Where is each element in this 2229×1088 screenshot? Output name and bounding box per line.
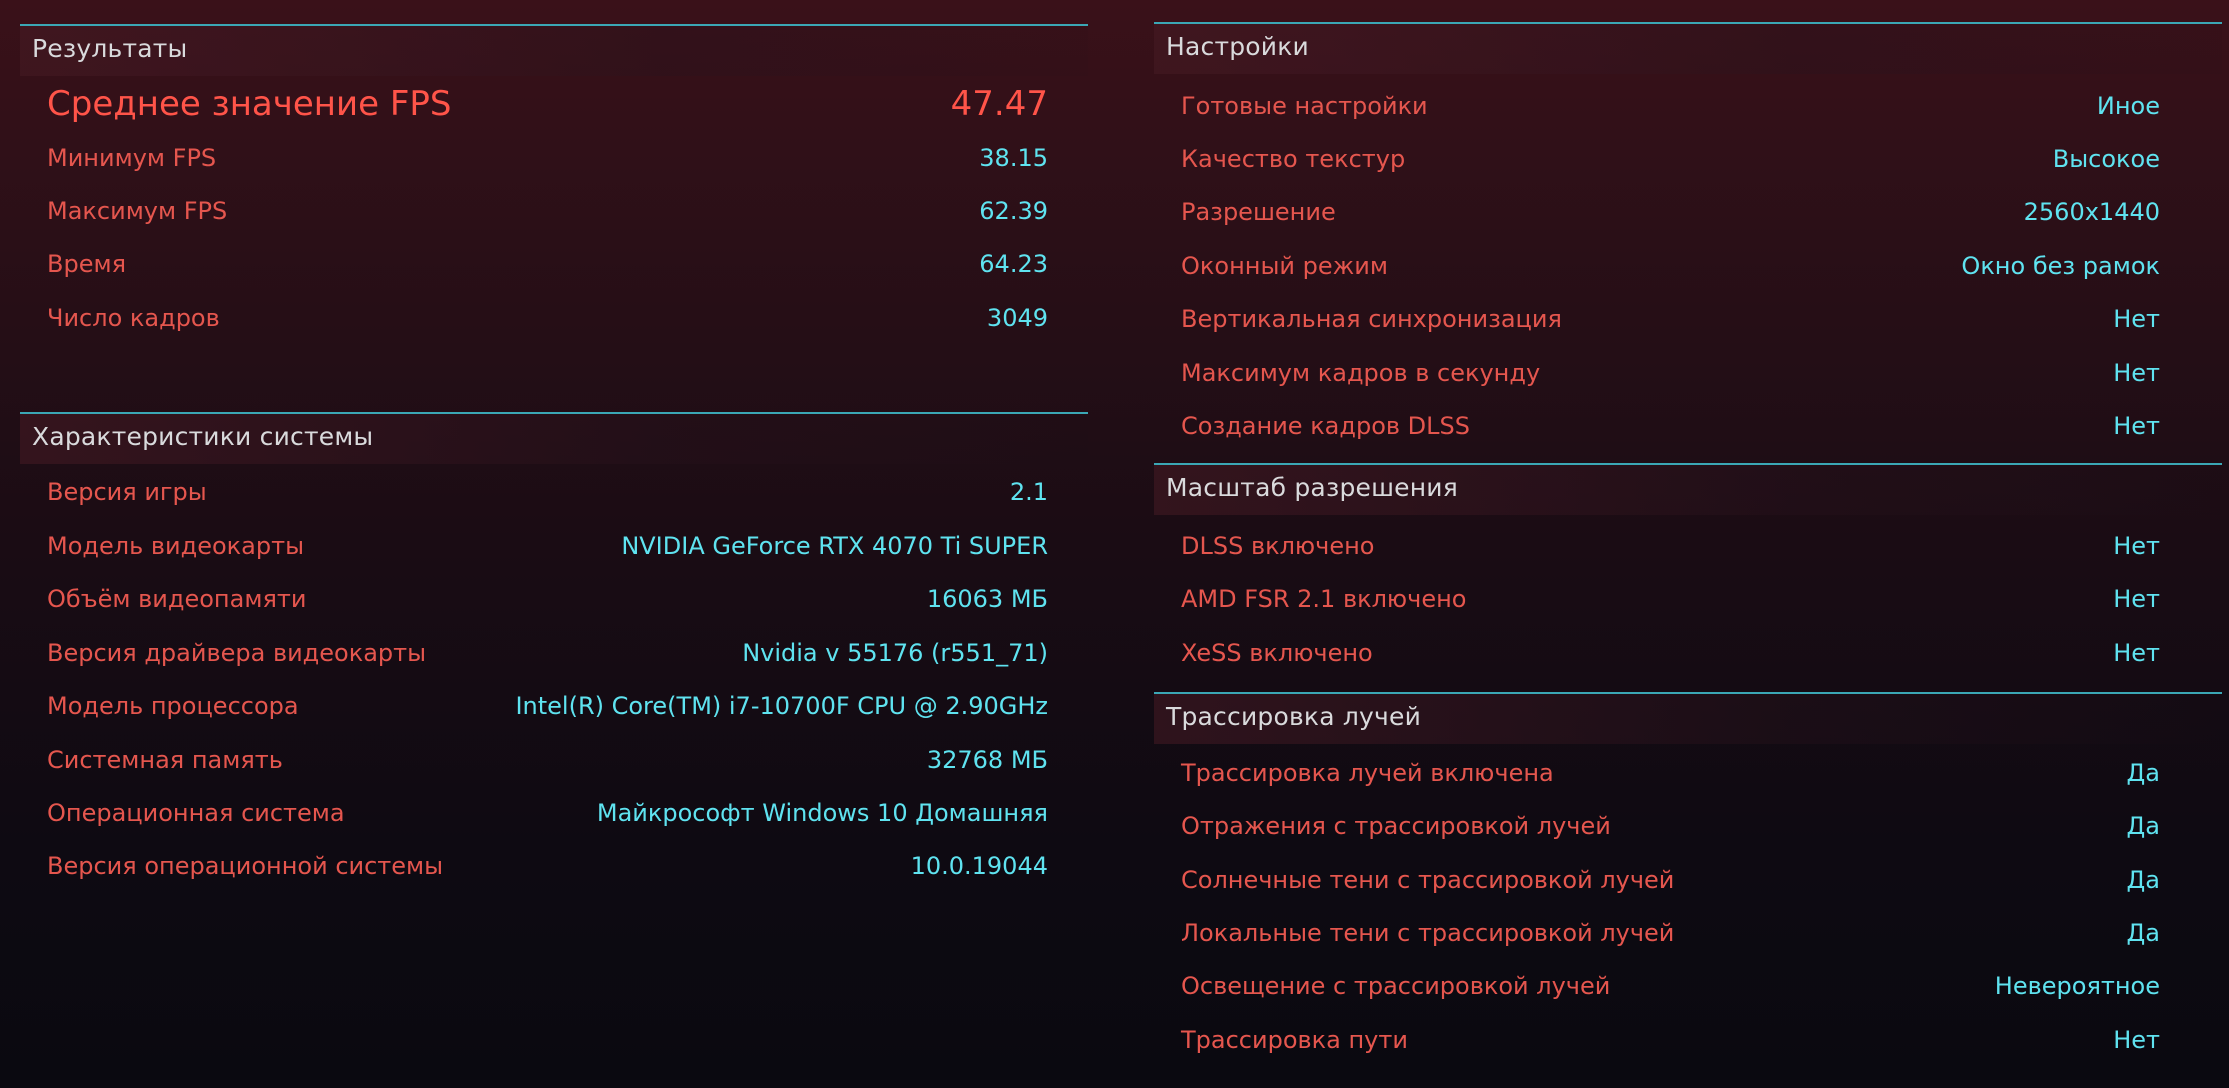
row-label: Модель процессора: [47, 692, 299, 720]
row-value: Нет: [2113, 359, 2160, 387]
row-value: Nvidia v 55176 (r551_71): [742, 639, 1048, 667]
row-value: Нет: [2113, 412, 2160, 440]
raytracing-row: Отражения с трассировкой лучей Да: [1181, 806, 2160, 846]
row-label: XeSS включено: [1181, 639, 1373, 667]
row-value: Да: [2126, 866, 2160, 894]
row-value: Да: [2126, 919, 2160, 947]
row-value: NVIDIA GeForce RTX 4070 Ti SUPER: [621, 532, 1048, 560]
row-label: Вертикальная синхронизация: [1181, 305, 1562, 333]
row-label: Системная память: [47, 746, 283, 774]
row-label: AMD FSR 2.1 включено: [1181, 585, 1467, 613]
raytracing-row: Освещение с трассировкой лучей Невероятн…: [1181, 966, 2160, 1006]
row-value: 64.23: [979, 250, 1048, 278]
row-value: 16063 МБ: [926, 585, 1048, 613]
raytracing-row: Солнечные тени с трассировкой лучей Да: [1181, 860, 2160, 900]
scaling-row: AMD FSR 2.1 включено Нет: [1181, 579, 2160, 619]
system-header: Характеристики системы: [20, 412, 1088, 464]
system-row: Версия драйвера видеокарты Nvidia v 5517…: [47, 633, 1048, 673]
row-value: 38.15: [979, 144, 1048, 172]
row-label: Готовые настройки: [1181, 92, 1428, 120]
row-value: Нет: [2113, 305, 2160, 333]
row-label: Локальные тени с трассировкой лучей: [1181, 919, 1675, 947]
row-label: Солнечные тени с трассировкой лучей: [1181, 866, 1675, 894]
raytracing-row: Локальные тени с трассировкой лучей Да: [1181, 913, 2160, 953]
row-value: 10.0.19044: [910, 852, 1048, 880]
row-value: Нет: [2113, 532, 2160, 560]
row-label: Максимум FPS: [47, 197, 228, 225]
raytracing-row: Трассировка пути Нет: [1181, 1020, 2160, 1060]
system-row: Объём видеопамяти 16063 МБ: [47, 579, 1048, 619]
scaling-row: DLSS включено Нет: [1181, 526, 2160, 566]
row-label: Минимум FPS: [47, 144, 217, 172]
row-value: Майкрософт Windows 10 Домашняя: [596, 799, 1048, 827]
results-row: Время 64.23: [47, 244, 1048, 284]
row-label: Операционная система: [47, 799, 345, 827]
row-label: Разрешение: [1181, 198, 1336, 226]
scaling-title: Масштаб разрешения: [1166, 473, 1458, 502]
system-row: Модель видеокарты NVIDIA GeForce RTX 407…: [47, 526, 1048, 566]
settings-row: Разрешение 2560x1440: [1181, 192, 2160, 232]
row-value: Невероятное: [1994, 972, 2160, 1000]
row-value: 2560x1440: [2023, 198, 2160, 226]
raytracing-row: Трассировка лучей включена Да: [1181, 753, 2160, 793]
results-title: Результаты: [32, 34, 188, 63]
row-label: Объём видеопамяти: [47, 585, 307, 613]
raytracing-header: Трассировка лучей: [1154, 692, 2222, 744]
row-value: Высокое: [2052, 145, 2160, 173]
row-label: Создание кадров DLSS: [1181, 412, 1470, 440]
avg-fps-label: Среднее значение FPS: [47, 84, 452, 124]
row-label: Версия драйвера видеокарты: [47, 639, 427, 667]
avg-fps-value: 47.47: [950, 84, 1048, 124]
row-value: 3049: [986, 304, 1048, 332]
row-label: Отражения с трассировкой лучей: [1181, 812, 1611, 840]
row-label: Версия операционной системы: [47, 852, 444, 880]
row-value: 2.1: [1009, 478, 1048, 506]
row-value: Окно без рамок: [1961, 252, 2160, 280]
row-value: Нет: [2113, 585, 2160, 613]
row-label: Число кадров: [47, 304, 220, 332]
system-row: Системная память 32768 МБ: [47, 740, 1048, 780]
results-row: Число кадров 3049: [47, 298, 1048, 338]
settings-row: Качество текстур Высокое: [1181, 139, 2160, 179]
settings-row: Максимум кадров в секунду Нет: [1181, 353, 2160, 393]
row-label: Качество текстур: [1181, 145, 1406, 173]
raytracing-title: Трассировка лучей: [1166, 702, 1422, 731]
row-value: Да: [2126, 759, 2160, 787]
settings-header: Настройки: [1154, 22, 2222, 74]
scaling-header: Масштаб разрешения: [1154, 463, 2222, 515]
row-value: 32768 МБ: [926, 746, 1048, 774]
row-value: Иное: [2096, 92, 2160, 120]
row-value: Нет: [2113, 1026, 2160, 1054]
avg-fps-row: Среднее значение FPS 47.47: [47, 79, 1048, 129]
results-row: Минимум FPS 38.15: [47, 138, 1048, 178]
system-row: Версия игры 2.1: [47, 472, 1048, 512]
settings-row: Создание кадров DLSS Нет: [1181, 406, 2160, 446]
results-row: Максимум FPS 62.39: [47, 191, 1048, 231]
row-value: Нет: [2113, 639, 2160, 667]
system-row: Модель процессора Intel(R) Core(TM) i7-1…: [47, 686, 1048, 726]
row-value: Intel(R) Core(TM) i7-10700F CPU @ 2.90GH…: [515, 692, 1048, 720]
settings-row: Готовые настройки Иное: [1181, 86, 2160, 126]
row-value: Да: [2126, 812, 2160, 840]
row-label: Модель видеокарты: [47, 532, 305, 560]
system-row: Операционная система Майкрософт Windows …: [47, 793, 1048, 833]
scaling-row: XeSS включено Нет: [1181, 633, 2160, 673]
row-label: Максимум кадров в секунду: [1181, 359, 1541, 387]
settings-title: Настройки: [1166, 32, 1309, 61]
row-label: Освещение с трассировкой лучей: [1181, 972, 1611, 1000]
results-header: Результаты: [20, 24, 1088, 76]
system-title: Характеристики системы: [32, 422, 374, 451]
system-row: Версия операционной системы 10.0.19044: [47, 846, 1048, 886]
row-label: Время: [47, 250, 127, 278]
left-panel: Результаты Среднее значение FPS 47.47 Ми…: [20, 0, 1088, 1088]
row-label: Оконный режим: [1181, 252, 1388, 280]
row-label: Версия игры: [47, 478, 207, 506]
row-label: Трассировка лучей включена: [1181, 759, 1554, 787]
row-label: Трассировка пути: [1181, 1026, 1408, 1054]
settings-row: Вертикальная синхронизация Нет: [1181, 299, 2160, 339]
settings-row: Оконный режим Окно без рамок: [1181, 246, 2160, 286]
row-label: DLSS включено: [1181, 532, 1375, 560]
right-panel: Настройки Готовые настройки Иное Качеств…: [1154, 0, 2222, 1088]
row-value: 62.39: [979, 197, 1048, 225]
